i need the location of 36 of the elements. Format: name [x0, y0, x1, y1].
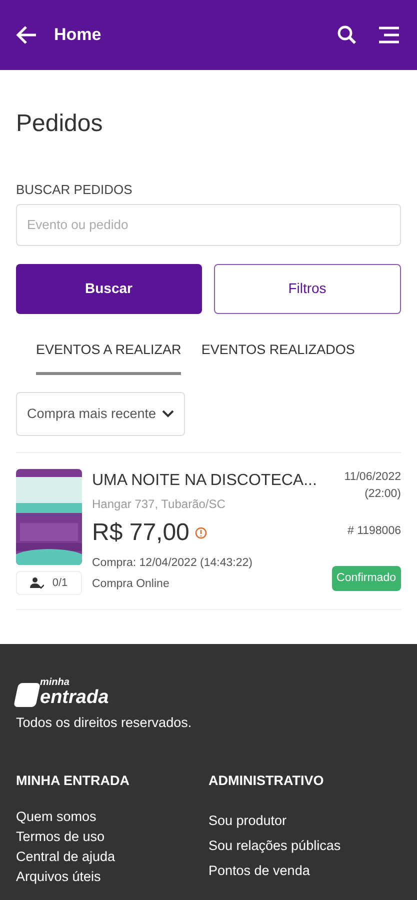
- page-title: Pedidos: [16, 109, 104, 139]
- event-time: (22:00): [364, 487, 401, 502]
- search-button[interactable]: Buscar: [16, 264, 202, 314]
- footer-link[interactable]: Central de ajuda: [16, 847, 208, 868]
- search-field[interactable]: Evento ou pedido: [16, 204, 401, 246]
- search-label: BUSCAR PEDIDOS: [16, 181, 134, 199]
- sort-dropdown[interactable]: Compra mais recente: [16, 392, 186, 436]
- event-title: UMA NOITE NA DISCOTECA...: [92, 470, 318, 491]
- event-date: 11/06/2022: [344, 470, 401, 485]
- footer-link[interactable]: Pontos de venda: [208, 861, 401, 882]
- search-icon[interactable]: [337, 25, 357, 45]
- footer-link[interactable]: Termos de uso: [16, 827, 208, 848]
- back-arrow-icon[interactable]: [16, 25, 38, 45]
- header-title: Home: [54, 24, 102, 46]
- order-price: R$ 77,00: [92, 518, 190, 548]
- person-check-icon: [30, 576, 44, 589]
- info-icon: [195, 526, 208, 539]
- purchase-channel: Compra Online: [92, 577, 170, 592]
- tab[interactable]: EVENTOS REALIZADOS: [201, 340, 355, 375]
- copyright-text: Todos os direitos reservados.: [16, 714, 193, 732]
- event-venue: Hangar 737, Tubarão/SC: [92, 496, 226, 513]
- filter-button[interactable]: Filtros: [214, 264, 401, 314]
- purchase-date: Compra: 12/04/2022 (14:43:22): [92, 556, 254, 571]
- footer-link[interactable]: Sou produtor: [208, 811, 401, 832]
- chevron-down-icon: [162, 410, 174, 418]
- ticket-count: 0/1: [52, 576, 68, 590]
- status-badge: Confirmado: [332, 566, 401, 591]
- footer-link[interactable]: Arquivos úteis: [16, 867, 208, 888]
- footer-link[interactable]: Sou relações públicas: [208, 836, 401, 856]
- footer-heading: ADMINISTRATIVO: [208, 772, 325, 790]
- footer-link[interactable]: Quem somos: [16, 807, 208, 828]
- tab[interactable]: EVENTOS A REALIZAR: [36, 340, 182, 375]
- menu-icon[interactable]: [377, 26, 401, 44]
- footer-logo: minha entrada: [16, 678, 401, 707]
- order-number: # 1198006: [347, 524, 401, 540]
- footer-heading: MINHA ENTRADA: [16, 772, 130, 790]
